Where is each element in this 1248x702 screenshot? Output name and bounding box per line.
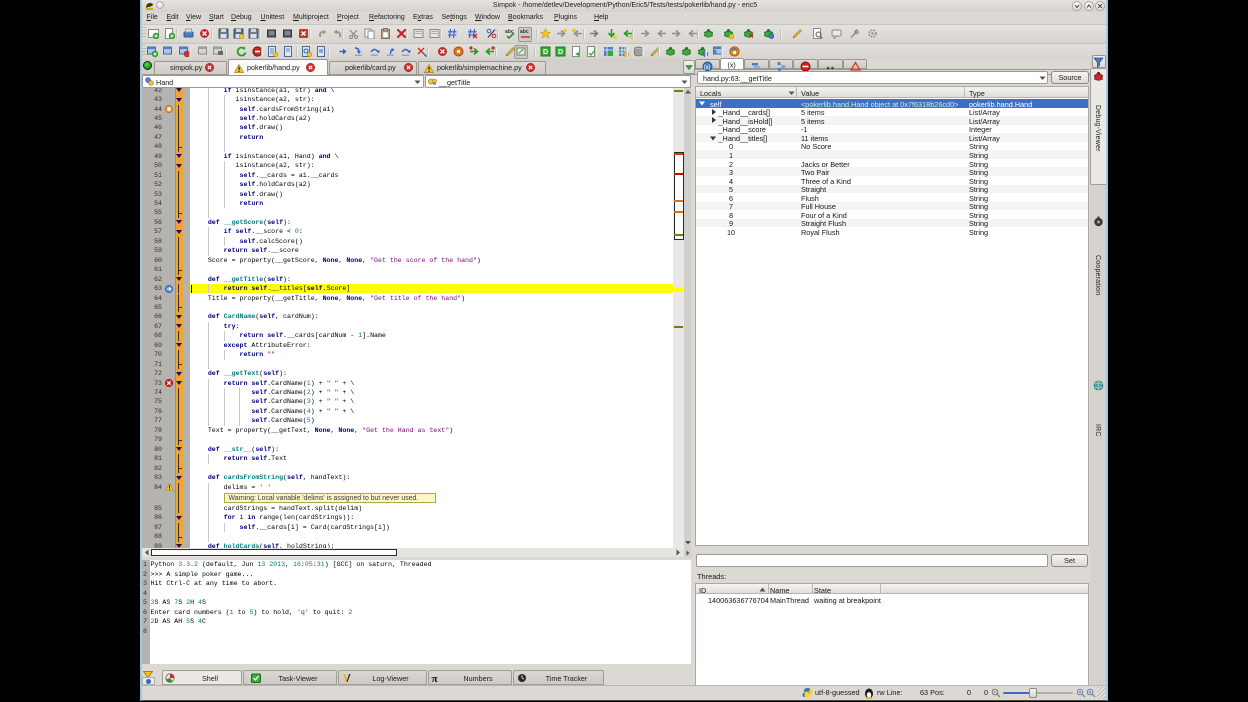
svg-text:(x): (x) [704, 65, 711, 71]
svg-text:(x): (x) [727, 63, 735, 70]
svg-text:π: π [432, 673, 438, 683]
svg-text:D: D [543, 49, 548, 56]
svg-text:D: D [558, 49, 563, 56]
svg-text:abc: abc [520, 29, 529, 35]
